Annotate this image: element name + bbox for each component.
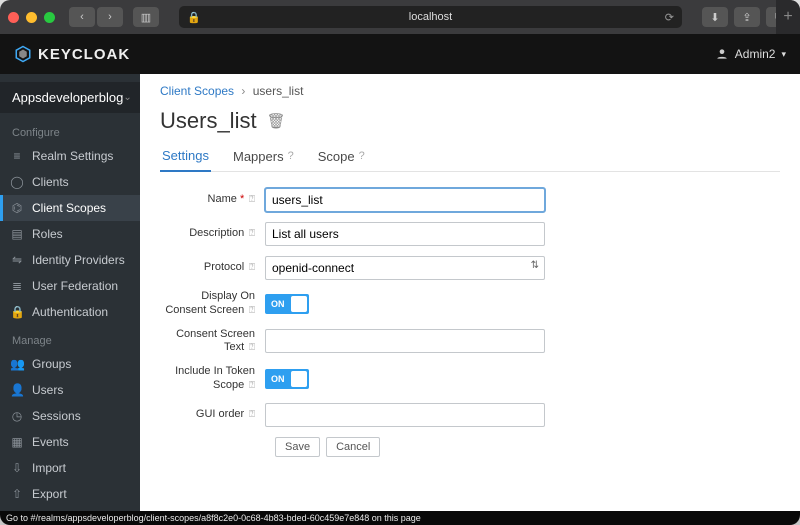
sidebar-item-users[interactable]: 👤Users (0, 377, 140, 403)
reload-icon[interactable]: ⟳ (665, 11, 674, 24)
app-header: KEYCLOAK Admin2 ▾ (0, 34, 800, 74)
equals-icon: ⇋ (10, 253, 24, 267)
status-text: Go to #/realms/appsdeveloperblog/client-… (6, 513, 421, 523)
help-icon[interactable]: ⍰ (246, 194, 255, 205)
label-name: Name (208, 193, 237, 205)
label-consent-text: Consent Screen Text (176, 328, 255, 354)
scopes-icon: ⌬ (10, 201, 24, 215)
sidebar-item-authentication[interactable]: 🔒Authentication (0, 299, 140, 325)
help-icon[interactable]: ? (359, 150, 365, 162)
breadcrumb: Client Scopes › users_list (160, 84, 780, 98)
help-icon[interactable]: ⍰ (246, 342, 255, 353)
import-icon: ⇩ (10, 461, 24, 475)
help-icon[interactable]: ⍰ (246, 228, 255, 239)
cancel-button[interactable]: Cancel (326, 437, 380, 457)
realm-selector[interactable]: Appsdeveloperblog ⌄ (0, 82, 140, 113)
sidebar-item-identity-providers[interactable]: ⇋Identity Providers (0, 247, 140, 273)
status-bar: Go to #/realms/appsdeveloperblog/client-… (0, 511, 800, 525)
sidebar-item-sessions[interactable]: ◷Sessions (0, 403, 140, 429)
tab-scope[interactable]: Scope? (316, 142, 367, 171)
window-controls (8, 12, 55, 23)
sidebar-item-events[interactable]: ▦Events (0, 429, 140, 455)
sidebar-item-groups[interactable]: 👥Groups (0, 351, 140, 377)
user-menu[interactable]: Admin2 ▾ (715, 47, 786, 61)
label-description: Description (189, 227, 244, 239)
maximize-window-button[interactable] (44, 12, 55, 23)
label-protocol: Protocol (204, 261, 244, 273)
consent-text-input[interactable] (265, 329, 545, 353)
group-icon: 👥 (10, 357, 24, 371)
sidebar-toggle-button[interactable]: ▥ (133, 7, 159, 27)
breadcrumb-current: users_list (253, 84, 304, 98)
page-title-row: Users_list 🗑 (160, 108, 780, 134)
label-include-token: Include In Token Scope (175, 365, 255, 391)
tab-settings[interactable]: Settings (160, 142, 211, 172)
main-content: Client Scopes › users_list Users_list 🗑 … (140, 74, 800, 511)
sliders-icon: ≡ (10, 149, 24, 163)
include-token-toggle[interactable]: ON (265, 369, 309, 389)
tabs: Settings Mappers? Scope? (160, 142, 780, 172)
close-window-button[interactable] (8, 12, 19, 23)
circle-icon: ◯ (10, 175, 24, 189)
page-title: Users_list (160, 108, 257, 134)
description-input[interactable] (265, 222, 545, 246)
browser-chrome: ‹ › ▥ 🔒 localhost ⟳ ⬇ ⇪ ⧉ + (0, 0, 800, 34)
calendar-icon: ▦ (10, 435, 24, 449)
help-icon[interactable]: ⍰ (246, 409, 255, 420)
user-icon: 👤 (10, 383, 24, 397)
help-icon[interactable]: ⍰ (246, 305, 255, 316)
breadcrumb-separator: › (241, 84, 245, 98)
back-button[interactable]: ‹ (69, 7, 95, 27)
list-icon: ▤ (10, 227, 24, 241)
sidebar-item-export[interactable]: ⇧Export (0, 481, 140, 507)
sidebar-item-client-scopes[interactable]: ⌬Client Scopes (0, 195, 140, 221)
database-icon: ≣ (10, 279, 24, 293)
protocol-select[interactable] (265, 256, 545, 280)
help-icon[interactable]: ⍰ (246, 380, 255, 391)
breadcrumb-parent[interactable]: Client Scopes (160, 84, 234, 98)
section-configure: Configure (0, 123, 140, 143)
lock-icon: 🔒 (10, 305, 24, 319)
sidebar: Appsdeveloperblog ⌄ Configure ≡Realm Set… (0, 74, 140, 511)
clock-icon: ◷ (10, 409, 24, 423)
tab-mappers[interactable]: Mappers? (231, 142, 296, 171)
brand-logo[interactable]: KEYCLOAK (14, 45, 130, 63)
export-icon: ⇧ (10, 487, 24, 501)
minimize-window-button[interactable] (26, 12, 37, 23)
sidebar-item-user-federation[interactable]: ≣User Federation (0, 273, 140, 299)
sidebar-item-import[interactable]: ⇩Import (0, 455, 140, 481)
label-display-consent: Display On Consent Screen (165, 290, 255, 316)
chevron-down-icon: ⌄ (123, 92, 131, 103)
lock-icon: 🔒 (187, 11, 201, 24)
sidebar-item-realm-settings[interactable]: ≡Realm Settings (0, 143, 140, 169)
keycloak-hex-icon (14, 45, 32, 63)
help-icon[interactable]: ? (288, 150, 294, 162)
save-button[interactable]: Save (275, 437, 320, 457)
brand-text: KEYCLOAK (38, 46, 130, 63)
url-bar[interactable]: 🔒 localhost ⟳ (179, 6, 682, 28)
help-icon[interactable]: ⍰ (246, 262, 255, 273)
forward-button[interactable]: › (97, 7, 123, 27)
share-button[interactable]: ⇪ (734, 7, 760, 27)
required-marker: * (240, 193, 244, 205)
caret-down-icon: ▾ (781, 49, 786, 60)
section-manage: Manage (0, 331, 140, 351)
gui-order-input[interactable] (265, 403, 545, 427)
user-icon (715, 47, 729, 61)
sidebar-item-roles[interactable]: ▤Roles (0, 221, 140, 247)
user-name: Admin2 (735, 47, 776, 61)
label-gui-order: GUI order (196, 408, 244, 420)
display-consent-toggle[interactable]: ON (265, 294, 309, 314)
download-button[interactable]: ⬇ (702, 7, 728, 27)
url-host: localhost (409, 11, 452, 23)
new-tab-button[interactable]: + (776, 0, 800, 34)
realm-name: Appsdeveloperblog (12, 90, 123, 105)
sidebar-item-clients[interactable]: ◯Clients (0, 169, 140, 195)
delete-icon[interactable]: 🗑 (267, 112, 286, 130)
name-input[interactable] (265, 188, 545, 212)
